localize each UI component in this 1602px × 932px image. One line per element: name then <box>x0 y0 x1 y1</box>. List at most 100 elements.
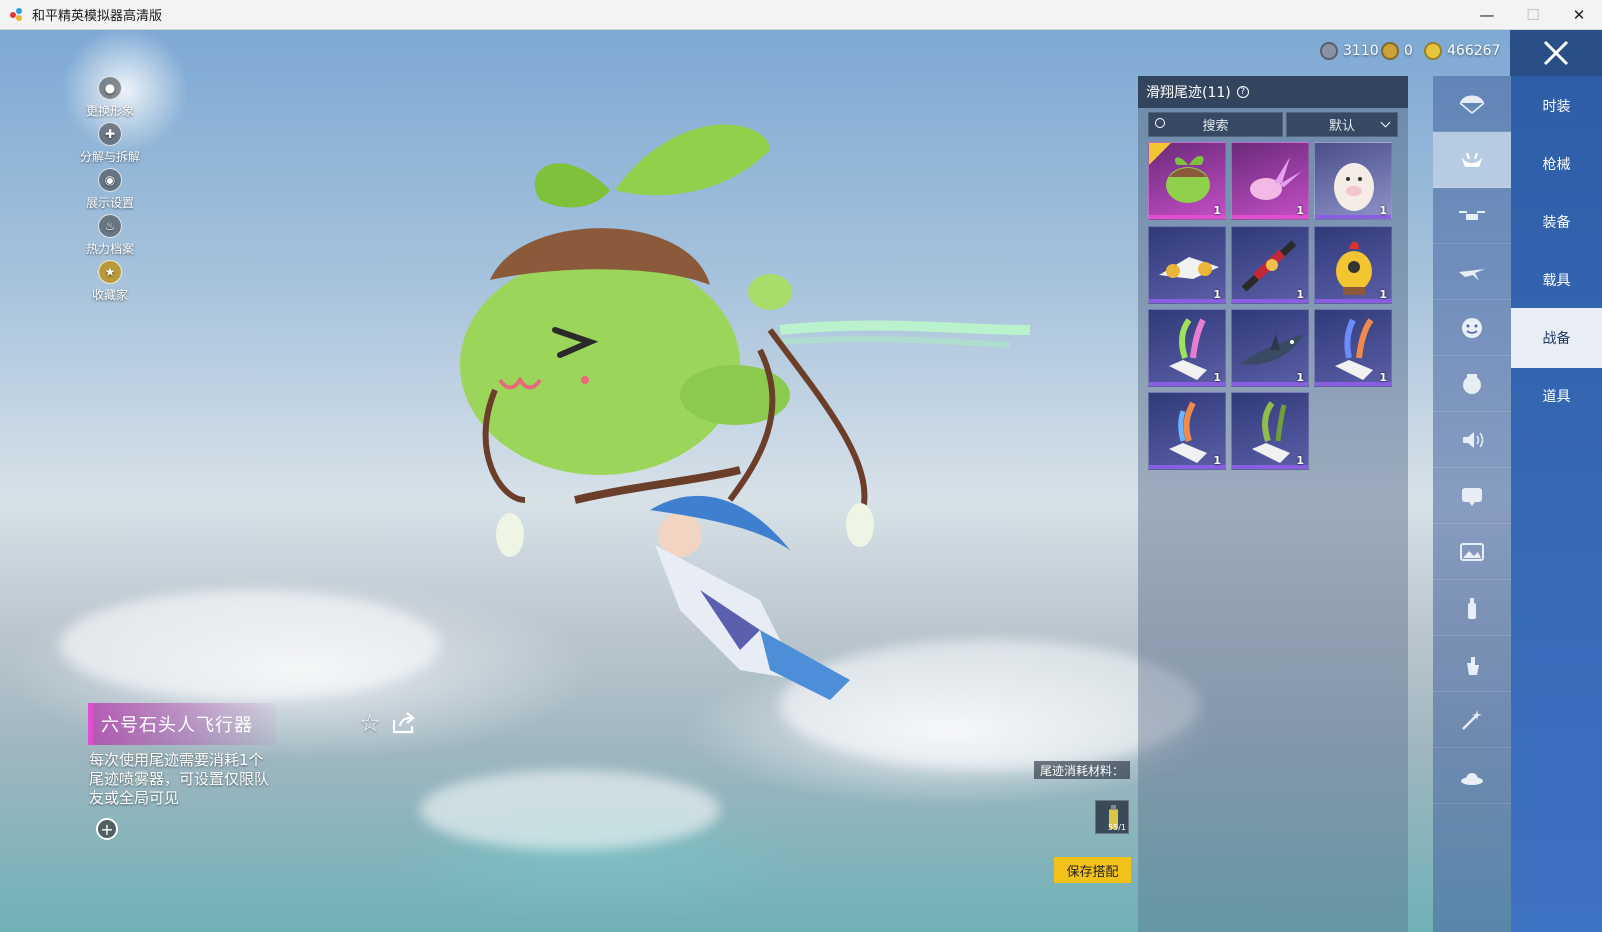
category-vehicles[interactable]: 载具 <box>1511 250 1602 310</box>
chevron-down-icon <box>1380 117 1391 128</box>
sort-select[interactable]: 默认 <box>1286 112 1398 137</box>
inventory-item-crystal-glider[interactable]: 1 <box>1231 142 1309 220</box>
eye-icon: ◉ <box>98 168 122 192</box>
spray-icon <box>1468 597 1476 619</box>
panel-title: 滑翔尾迹(11) <box>1146 85 1231 101</box>
close-screen-button[interactable] <box>1510 30 1602 76</box>
trail-spray-item[interactable]: 55/1 <box>1095 800 1129 834</box>
tab-effect[interactable] <box>1433 692 1511 748</box>
sparkle-wand-icon <box>1462 709 1482 730</box>
collector-badge-icon: ★ <box>98 260 122 284</box>
inventory-item-alpaca-glider[interactable]: 1 <box>1314 142 1392 220</box>
tab-gesture[interactable] <box>1433 636 1511 692</box>
currency-silver: 3110 <box>1320 42 1379 60</box>
help-icon[interactable]: ? <box>1236 86 1249 98</box>
display-settings-label: 展示设置 <box>85 196 134 210</box>
currency-gold: 466267 <box>1424 42 1500 60</box>
search-input[interactable]: 搜索 <box>1148 112 1283 137</box>
maximize-button[interactable]: ☐ <box>1510 0 1556 30</box>
drone-icon <box>1459 210 1485 220</box>
item-quantity: 1 <box>1379 371 1387 384</box>
category-battle-gear[interactable]: 战备 <box>1511 308 1602 368</box>
inventory-item-shark-glider[interactable]: 1 <box>1231 309 1309 387</box>
decompose-label: 分解与拆解 <box>79 150 140 164</box>
window-title-bar: 和平精英模拟器高清版 — ☐ ✕ <box>0 0 1602 30</box>
zoom-in-button[interactable]: + <box>96 818 118 840</box>
item-quantity: 1 <box>1379 288 1387 301</box>
tab-pet[interactable] <box>1433 356 1511 412</box>
minimize-button[interactable]: — <box>1464 0 1510 30</box>
trail-cost-label: 尾迹消耗材料： <box>1034 761 1130 779</box>
save-outfit-button[interactable]: 保存搭配 <box>1054 857 1131 883</box>
currency-token: 0 <box>1381 42 1413 60</box>
tab-spray[interactable] <box>1433 580 1511 636</box>
silver-coin-icon <box>1320 42 1338 60</box>
tab-drone[interactable] <box>1433 188 1511 244</box>
category-equipment[interactable]: 装备 <box>1511 192 1602 252</box>
flame-icon: ♨ <box>98 214 122 238</box>
item-quantity: 1 <box>1296 371 1304 384</box>
decompose-button[interactable]: ✚ 分解与拆解 <box>70 122 150 165</box>
window-title: 和平精英模拟器高清版 <box>32 9 163 24</box>
collector-label: 收藏家 <box>91 288 128 302</box>
item-quantity: 1 <box>1213 288 1221 301</box>
pet-icon <box>1463 373 1481 394</box>
currency-gold-value: 466267 <box>1447 43 1501 59</box>
plane-icon <box>1459 268 1485 281</box>
tab-chat[interactable] <box>1433 468 1511 524</box>
heat-profile-button[interactable]: ♨ 热力档案 <box>70 214 150 257</box>
heat-profile-label: 热力档案 <box>85 242 134 256</box>
equipped-check-icon <box>1149 143 1171 165</box>
inventory-item-rainbow-trail[interactable]: 1 <box>1148 309 1226 387</box>
sort-label: 默认 <box>1328 119 1355 134</box>
trail-spray-quantity: 55/1 <box>1108 823 1126 832</box>
share-button[interactable] <box>390 709 418 737</box>
category-weapons[interactable]: 枪械 <box>1511 134 1602 194</box>
inventory-item-fire-trail[interactable]: 1 <box>1148 392 1226 470</box>
item-name-banner: 六号石头人飞行器 <box>88 703 276 745</box>
item-quantity: 1 <box>1213 454 1221 467</box>
chat-bubble-icon <box>1462 487 1482 506</box>
parachute-icon <box>1459 95 1485 114</box>
gesture-icon <box>1467 656 1479 675</box>
category-fashion[interactable]: 时装 <box>1511 76 1602 136</box>
tab-photo[interactable] <box>1433 524 1511 580</box>
favorite-button[interactable]: ☆ <box>356 709 384 737</box>
inventory-item-red-mech-glider[interactable]: 1 <box>1231 226 1309 304</box>
share-icon <box>392 712 415 734</box>
puzzle-icon: ✚ <box>98 122 122 146</box>
change-appearance-button[interactable]: ● 更换形象 <box>70 76 150 119</box>
inventory-item-sprout-glider[interactable]: 1 <box>1148 142 1226 220</box>
change-appearance-label: 更换形象 <box>85 104 134 118</box>
inventory-item-green-trail[interactable]: 1 <box>1231 392 1309 470</box>
item-quantity: 1 <box>1213 371 1221 384</box>
inventory-item-rainbow-trail-2[interactable]: 1 <box>1314 309 1392 387</box>
item-quantity: 1 <box>1296 288 1304 301</box>
panel-header: 滑翔尾迹(11) ? <box>1138 76 1408 108</box>
star-icon: ☆ <box>359 709 381 737</box>
photo-icon <box>1460 542 1484 561</box>
voice-icon <box>1463 431 1484 448</box>
display-settings-button[interactable]: ◉ 展示设置 <box>70 168 150 211</box>
currency-silver-value: 3110 <box>1343 43 1379 59</box>
item-description: 每次使用尾迹需要消耗1个尾迹喷雾器，可设置仅限队友或全局可见 <box>89 751 270 807</box>
tab-glider-trail[interactable] <box>1433 132 1511 188</box>
inventory-item-jet-glider[interactable]: 1 <box>1148 226 1226 304</box>
inventory-item-chicken-glider[interactable]: 1 <box>1314 226 1392 304</box>
close-window-button[interactable]: ✕ <box>1556 0 1602 30</box>
item-quantity: 1 <box>1296 454 1304 467</box>
tab-landing[interactable] <box>1433 748 1511 804</box>
tab-voice[interactable] <box>1433 412 1511 468</box>
close-icon <box>1543 40 1569 66</box>
collector-button[interactable]: ★ 收藏家 <box>70 260 150 303</box>
tab-emote[interactable] <box>1433 300 1511 356</box>
category-props[interactable]: 道具 <box>1511 366 1602 426</box>
plus-icon: + <box>100 819 114 839</box>
item-quantity: 1 <box>1296 204 1304 217</box>
search-icon <box>1155 118 1165 128</box>
search-label: 搜索 <box>1202 119 1229 134</box>
tab-parachute[interactable] <box>1433 76 1511 132</box>
tab-plane[interactable] <box>1433 244 1511 300</box>
currency-token-value: 0 <box>1404 43 1413 59</box>
emote-face-icon <box>1462 317 1482 338</box>
